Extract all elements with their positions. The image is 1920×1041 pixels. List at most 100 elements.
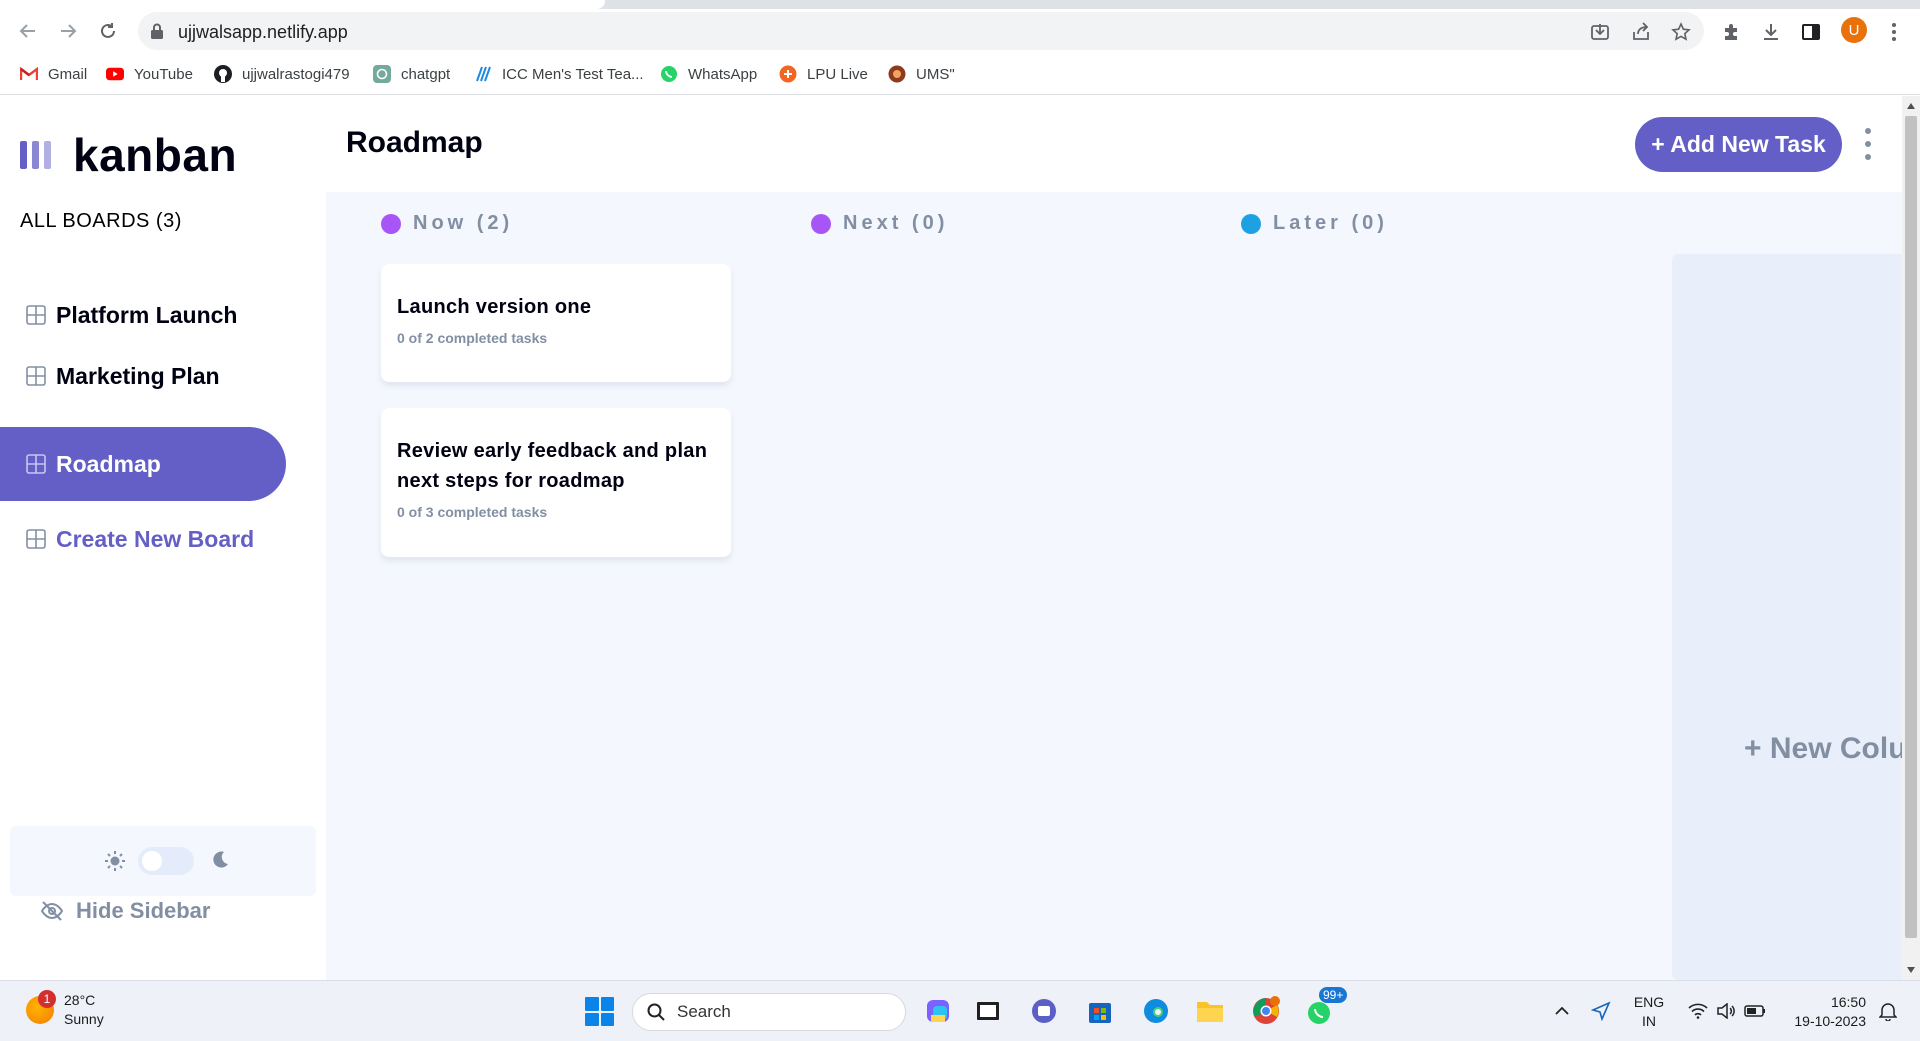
hide-sidebar-label: Hide Sidebar [76, 898, 211, 923]
task-view-icon[interactable] [972, 995, 1004, 1027]
lpu-live-icon [779, 65, 797, 83]
downloads-icon[interactable] [1759, 20, 1783, 44]
sun-icon [105, 851, 125, 871]
app-logo: kanban [20, 128, 237, 182]
create-board-label: Create New Board [56, 525, 255, 552]
column-title: Now (2) [413, 212, 514, 234]
bookmark-whatsapp[interactable]: WhatsApp [660, 63, 757, 85]
ums-icon [888, 65, 906, 83]
whatsapp-badge: 99+ [1319, 987, 1348, 1003]
page-scrollbar[interactable] [1902, 96, 1920, 980]
column-header: Next (0) [811, 212, 948, 235]
location-arrow-icon[interactable] [1585, 995, 1617, 1027]
new-column-label: + New Colu [1744, 732, 1902, 765]
battery-icon[interactable] [1739, 995, 1771, 1027]
column-color-dot [381, 213, 401, 234]
github-icon [214, 65, 232, 83]
bookmark-github[interactable]: ujjwalrastogi479 [214, 63, 350, 85]
scrollbar-thumb[interactable] [1905, 116, 1917, 938]
extensions-icon[interactable] [1719, 20, 1743, 44]
scroll-down-arrow-icon[interactable] [1906, 966, 1916, 974]
column-color-dot [811, 213, 831, 234]
bookmark-chatgpt[interactable]: chatgpt [373, 63, 450, 85]
task-subtasks-count: 0 of 3 completed tasks [397, 504, 548, 520]
language-indicator[interactable]: ENG IN [1628, 993, 1670, 1031]
microsoft-store-icon[interactable] [1084, 995, 1116, 1027]
browser-menu-icon[interactable] [1882, 20, 1906, 44]
active-tab[interactable] [0, 0, 605, 9]
bookmark-youtube[interactable]: YouTube [106, 63, 193, 85]
back-button[interactable] [14, 17, 42, 45]
url-text: ujjwalsapp.netlify.app [178, 22, 348, 42]
logo-text: kanban [73, 129, 238, 181]
show-hidden-icons-chevron-icon[interactable] [1546, 995, 1578, 1027]
back-arrow-icon [19, 24, 35, 38]
install-app-icon[interactable] [1589, 21, 1611, 43]
teams-chat-icon[interactable] [1028, 995, 1060, 1027]
add-new-task-button[interactable]: + Add New Task [1635, 117, 1842, 172]
search-placeholder: Search [677, 1002, 731, 1021]
column-header: Now (2) [381, 212, 513, 235]
weather-widget[interactable]: 1 28°C Sunny [26, 990, 104, 1029]
column-title: Later (0) [1273, 212, 1388, 234]
board-item-label: Roadmap [56, 450, 161, 477]
toggle-knob [142, 851, 162, 871]
board-icon [26, 305, 46, 325]
new-column-button[interactable]: + New Colu [1672, 254, 1902, 980]
tab-strip [0, 0, 1920, 9]
address-bar[interactable]: ujjwalsapp.netlify.app [138, 12, 1704, 50]
board-icon [26, 454, 46, 474]
clock-time: 16:50 [1830, 994, 1866, 1010]
reload-button[interactable] [94, 17, 122, 45]
file-explorer-icon[interactable] [1194, 995, 1226, 1027]
hide-sidebar-button[interactable]: Hide Sidebar [40, 898, 210, 924]
board-header: Roadmap + Add New Task [326, 96, 1902, 192]
create-new-board-button[interactable]: Create New Board [0, 502, 286, 576]
theme-toggle[interactable] [138, 847, 194, 875]
forward-button[interactable] [54, 17, 82, 45]
task-title: Review early feedback and plan next step… [397, 440, 708, 492]
notifications-bell-icon[interactable] [1872, 995, 1904, 1027]
eye-slash-icon [40, 901, 64, 921]
board-item-roadmap[interactable]: Roadmap [0, 427, 286, 501]
lock-icon [151, 23, 163, 39]
bookmark-gmail[interactable]: Gmail [20, 63, 87, 85]
icc-icon [474, 65, 492, 83]
bookmark-ums[interactable]: UMS" [888, 63, 955, 85]
column-color-dot [1241, 213, 1261, 234]
chrome-icon[interactable] [1250, 995, 1282, 1027]
all-boards-heading: ALL BOARDS (3) [20, 210, 182, 232]
volume-icon[interactable] [1710, 995, 1742, 1027]
column-header: Later (0) [1241, 212, 1388, 235]
board-item-marketing-plan[interactable]: Marketing Plan [0, 339, 286, 413]
weather-desc: Sunny [64, 1011, 104, 1027]
board-icon [26, 529, 46, 549]
bookmark-lpu-live[interactable]: LPU Live [779, 63, 868, 85]
whatsapp-icon [660, 65, 678, 83]
chatgpt-icon [373, 65, 391, 83]
edge-icon[interactable] [1140, 995, 1172, 1027]
task-card[interactable]: Review early feedback and plan next step… [381, 408, 731, 557]
bookmark-star-icon[interactable] [1670, 21, 1692, 43]
clock[interactable]: 16:50 19-10-2023 [1782, 993, 1866, 1031]
scroll-up-arrow-icon[interactable] [1906, 102, 1916, 110]
share-icon[interactable] [1630, 21, 1652, 43]
board-item-label: Marketing Plan [56, 362, 220, 389]
windows-taskbar: 1 28°C Sunny Search 99+ ENG IN 16:50 19-… [0, 980, 1920, 1041]
windows-start-icon[interactable] [585, 997, 614, 1026]
board-columns: Now (2) Launch version one 0 of 2 comple… [326, 192, 1902, 980]
side-panel-icon[interactable] [1799, 20, 1823, 44]
profile-avatar[interactable]: U [1841, 17, 1867, 43]
moon-icon [213, 851, 228, 868]
task-card[interactable]: Launch version one 0 of 2 completed task… [381, 264, 731, 382]
board-options-icon[interactable] [1862, 128, 1874, 160]
whatsapp-taskbar-icon[interactable]: 99+ [1305, 987, 1348, 1027]
forward-arrow-icon [61, 24, 77, 38]
copilot-icon[interactable] [922, 995, 954, 1027]
clock-date: 19-10-2023 [1794, 1013, 1866, 1029]
taskbar-search[interactable]: Search [632, 993, 906, 1031]
bookmark-icc[interactable]: ICC Men's Test Tea... [474, 63, 644, 85]
weather-badge: 1 [38, 990, 56, 1008]
bookmarks-bar: Gmail YouTube ujjwalrastogi479 chatgpt I… [0, 53, 1920, 95]
weather-sun-icon: 1 [26, 990, 56, 1024]
